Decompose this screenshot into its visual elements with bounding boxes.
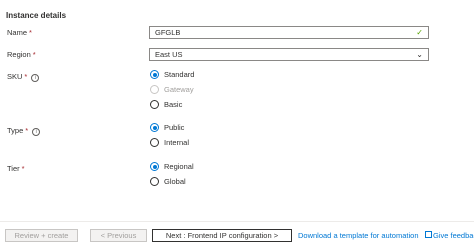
radio-disabled-icon: [150, 85, 159, 94]
name-label: Name *: [7, 28, 32, 37]
tier-label: Tier *: [7, 164, 25, 173]
region-dropdown[interactable]: East US ⌄: [149, 48, 429, 61]
radio-icon[interactable]: [150, 100, 159, 109]
name-value: GFGLB: [155, 28, 181, 37]
review-create-button[interactable]: Review + create: [5, 229, 78, 242]
radio-icon[interactable]: [150, 138, 159, 147]
previous-button[interactable]: < Previous: [90, 229, 147, 242]
info-icon[interactable]: i: [31, 74, 40, 82]
radio-icon[interactable]: [150, 177, 159, 186]
info-icon[interactable]: i: [32, 128, 41, 136]
radio-selected-icon[interactable]: [150, 123, 159, 132]
download-template-link[interactable]: Download a template for automation: [298, 231, 419, 240]
name-field[interactable]: GFGLB ✓: [149, 26, 429, 39]
region-label: Region *: [7, 50, 36, 59]
region-value: East US: [155, 50, 183, 59]
next-frontend-ip-button[interactable]: Next : Frontend IP configuration >: [152, 229, 292, 242]
chevron-down-icon: ⌄: [416, 50, 423, 59]
radio-selected-icon[interactable]: [150, 162, 159, 171]
section-title: Instance details: [6, 11, 67, 20]
sku-label: SKU * i: [7, 72, 40, 82]
give-feedback-link[interactable]: Give feedback: [425, 231, 474, 240]
footer-divider: [0, 221, 474, 222]
check-icon: ✓: [416, 28, 423, 37]
type-label: Type * i: [7, 126, 41, 136]
radio-selected-icon[interactable]: [150, 70, 159, 79]
feedback-icon: [425, 231, 432, 238]
